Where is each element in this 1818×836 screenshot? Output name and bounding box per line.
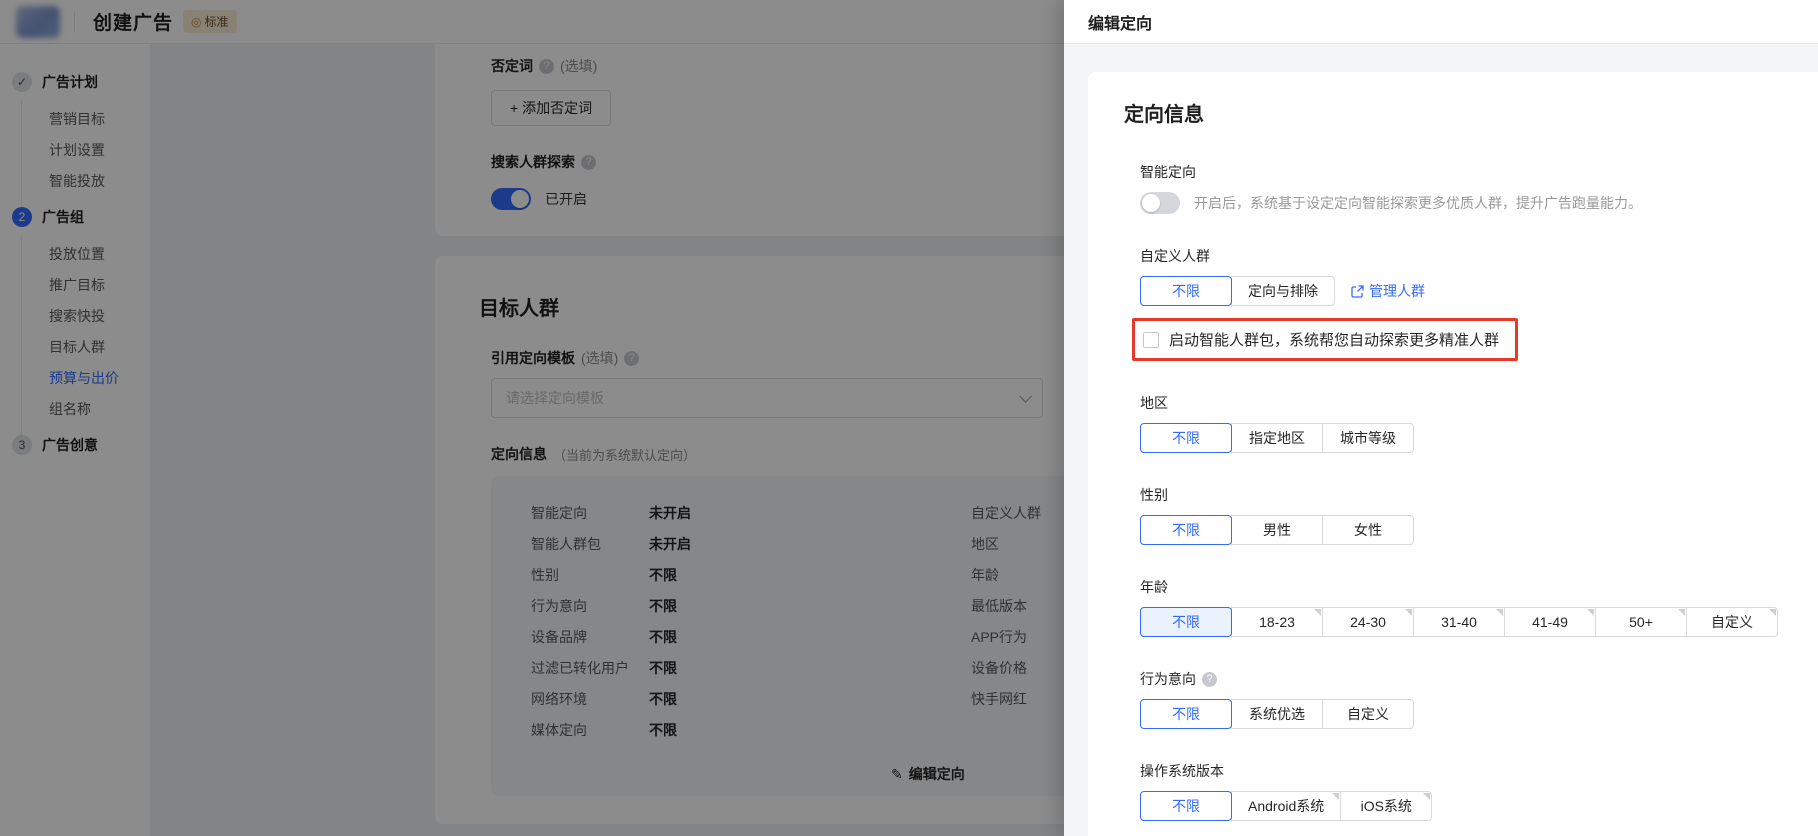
corner-fold-icon <box>1314 609 1321 616</box>
segment-option[interactable]: 不限 <box>1140 276 1232 306</box>
segment-option[interactable]: 自定义 <box>1686 607 1778 637</box>
corner-fold-icon <box>1769 609 1776 616</box>
help-icon[interactable]: ? <box>1202 671 1217 687</box>
behavior-intent-section: 行为意向 ? 不限 系统优选 自定义 <box>1140 669 1778 729</box>
external-link-icon <box>1351 284 1364 298</box>
age-options: 不限 18-23 24-30 31-40 41-49 50+ 自定义 <box>1140 607 1778 637</box>
segment-option[interactable]: 不限 <box>1140 699 1232 729</box>
segment-option[interactable]: 城市等级 <box>1322 423 1414 453</box>
corner-fold-icon <box>1496 609 1503 616</box>
corner-fold-icon <box>1332 793 1340 800</box>
segment-option[interactable]: 不限 <box>1140 607 1232 637</box>
os-version-options: 不限 Android系统 iOS系统 <box>1140 791 1433 821</box>
segment-option[interactable]: 24-30 <box>1322 607 1414 637</box>
corner-fold-icon <box>1678 609 1685 616</box>
segment-option[interactable]: Android系统 <box>1231 791 1342 821</box>
segment-option[interactable]: 女性 <box>1322 515 1414 545</box>
drawer-body: 定向信息 智能定向 开启后，系统基于设定定向智能探索更多优质人群，提升广告跑量能… <box>1064 44 1818 836</box>
region-options: 不限 指定地区 城市等级 <box>1140 423 1414 453</box>
manage-audience-label: 管理人群 <box>1369 283 1425 299</box>
behavior-intent-options: 不限 系统优选 自定义 <box>1140 699 1414 729</box>
gender-section: 性别 不限 男性 女性 <box>1140 485 1778 545</box>
drawer-title: 编辑定向 <box>1088 15 1153 33</box>
drawer-header: 编辑定向 <box>1064 0 1818 44</box>
toggle-knob <box>1142 194 1160 212</box>
age-label: 年龄 <box>1140 579 1168 595</box>
segment-option[interactable]: 50+ <box>1595 607 1687 637</box>
os-version-section: 操作系统版本 不限 Android系统 iOS系统 <box>1140 761 1778 821</box>
region-label: 地区 <box>1140 395 1168 411</box>
gender-label: 性别 <box>1140 487 1168 503</box>
targeting-form-title: 定向信息 <box>1124 104 1204 126</box>
segment-option[interactable]: 定向与排除 <box>1231 276 1335 306</box>
segment-option[interactable]: 不限 <box>1140 423 1232 453</box>
custom-audience-section: 自定义人群 不限 定向与排除 管理人群 启动智能人群包，系统帮您自动探索更多精准人… <box>1132 246 1778 361</box>
segment-option[interactable]: 31-40 <box>1413 607 1505 637</box>
segment-option[interactable]: iOS系统 <box>1340 791 1433 821</box>
manage-audience-link[interactable]: 管理人群 <box>1351 281 1425 301</box>
segment-option[interactable]: 男性 <box>1231 515 1323 545</box>
behavior-intent-label: 行为意向 <box>1140 671 1196 687</box>
corner-fold-icon <box>1423 793 1431 800</box>
smart-targeting-toggle[interactable] <box>1140 192 1180 214</box>
smart-audience-checkbox[interactable] <box>1143 331 1159 348</box>
smart-audience-checkbox-label: 启动智能人群包，系统帮您自动探索更多精准人群 <box>1169 332 1500 349</box>
age-section: 年龄 不限 18-23 24-30 31-40 41-49 50+ 自定义 <box>1140 577 1778 637</box>
segment-option[interactable]: 41-49 <box>1504 607 1596 637</box>
gender-options: 不限 男性 女性 <box>1140 515 1414 545</box>
segment-option[interactable]: 自定义 <box>1322 699 1414 729</box>
segment-option[interactable]: 18-23 <box>1231 607 1323 637</box>
targeting-form-card: 定向信息 智能定向 开启后，系统基于设定定向智能探索更多优质人群，提升广告跑量能… <box>1088 72 1818 836</box>
smart-audience-highlight: 启动智能人群包，系统帮您自动探索更多精准人群 <box>1132 318 1519 361</box>
segment-option[interactable]: 不限 <box>1140 515 1232 545</box>
corner-fold-icon <box>1405 609 1412 616</box>
app-root: 创建广告 ◎ 标准 ✓ 广告计划 营销目标 计划设置 智能投放 2 广告组 投放位置 推广目标搜… <box>0 0 1818 836</box>
segment-option[interactable]: 不限 <box>1140 791 1232 821</box>
smart-targeting-hint: 开启后，系统基于设定定向智能探索更多优质人群，提升广告跑量能力。 <box>1194 195 1642 211</box>
smart-targeting-section: 智能定向 开启后，系统基于设定定向智能探索更多优质人群，提升广告跑量能力。 <box>1140 162 1778 214</box>
region-section: 地区 不限 指定地区 城市等级 <box>1140 393 1778 453</box>
corner-fold-icon <box>1587 609 1594 616</box>
segment-option[interactable]: 系统优选 <box>1231 699 1323 729</box>
segment-option[interactable]: 指定地区 <box>1231 423 1323 453</box>
os-version-label: 操作系统版本 <box>1140 763 1224 779</box>
custom-audience-label: 自定义人群 <box>1140 248 1210 264</box>
edit-targeting-drawer: 编辑定向 定向信息 智能定向 开启后，系统基于设定定向智能探索更多优质人群，提升… <box>1064 0 1818 836</box>
custom-audience-options: 不限 定向与排除 <box>1140 276 1335 306</box>
smart-targeting-label: 智能定向 <box>1140 164 1196 180</box>
